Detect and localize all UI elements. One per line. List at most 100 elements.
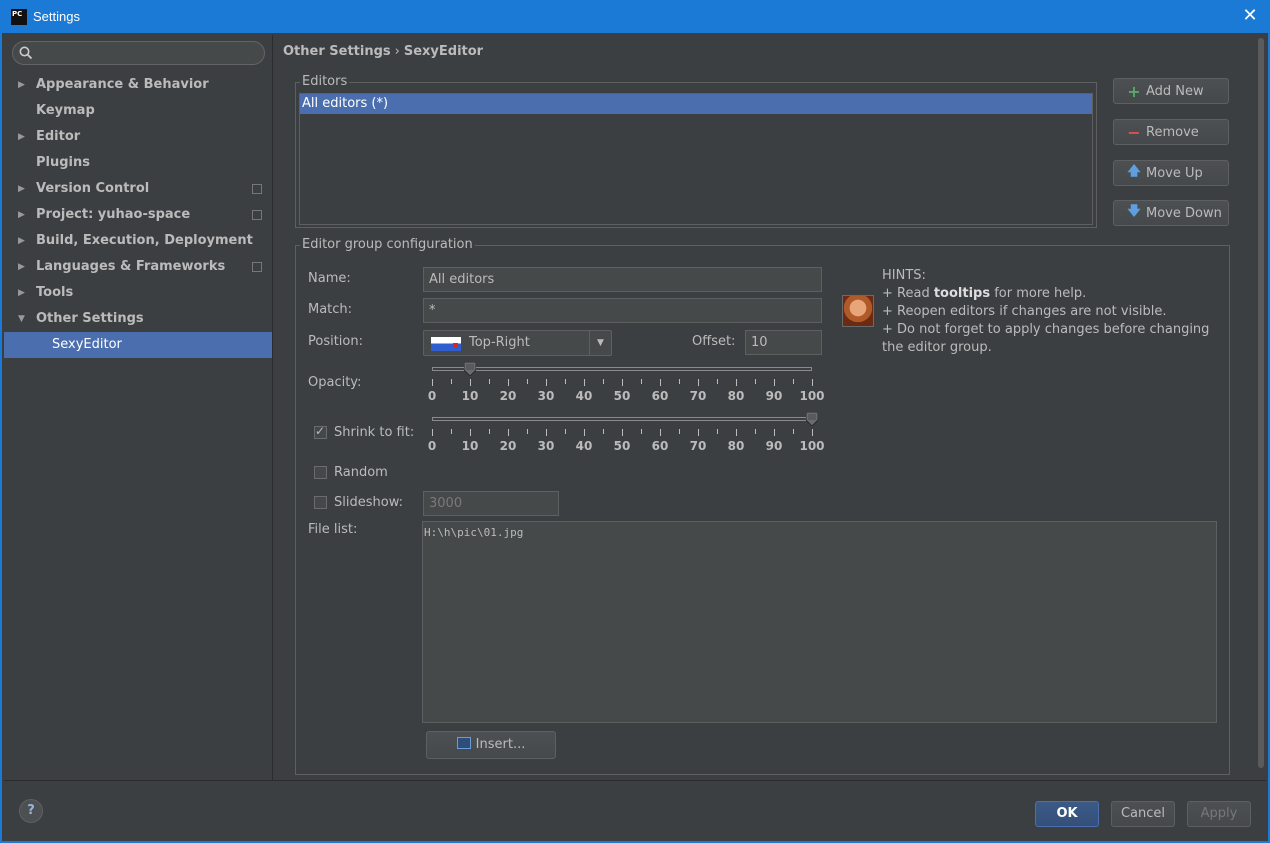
sidebar-item-label: Languages & Frameworks <box>36 259 226 274</box>
chevron-right-icon[interactable]: ▶ <box>18 228 28 254</box>
add-new-button[interactable]: + Add New <box>1113 78 1229 104</box>
cancel-button[interactable]: Cancel <box>1111 801 1175 827</box>
slider-tick <box>679 379 680 384</box>
chevron-down-icon[interactable]: ▼ <box>18 306 28 332</box>
add-new-label: Add New <box>1146 83 1204 99</box>
insert-button[interactable]: Insert... <box>426 731 556 759</box>
slider-tick <box>717 429 718 434</box>
slider-tick <box>546 429 547 436</box>
slider-tick <box>603 379 604 384</box>
sidebar-item-keymap[interactable]: Keymap <box>4 98 272 124</box>
slideshow-checkbox[interactable] <box>314 496 327 509</box>
shrink-slider-thumb[interactable] <box>806 412 818 426</box>
chevron-down-icon[interactable]: ▼ <box>589 331 611 355</box>
list-item[interactable]: All editors (*) <box>300 94 1092 114</box>
slideshow-label: Slideshow: <box>334 495 403 510</box>
breadcrumb: Other Settings › SexyEditor <box>283 44 483 59</box>
plus-icon: + <box>1127 81 1141 101</box>
sidebar-item-label: Keymap <box>36 103 95 118</box>
offset-field[interactable]: 10 <box>745 330 822 355</box>
sidebar-item-project-yuhao-space[interactable]: ▶ Project: yuhao-space <box>4 202 272 228</box>
slider-tick-label: 50 <box>613 439 631 453</box>
slider-tick-label: 70 <box>689 389 707 403</box>
sidebar-item-plugins[interactable]: Plugins <box>4 150 272 176</box>
slider-tick-label: 100 <box>799 439 825 453</box>
editors-list[interactable]: All editors (*) <box>299 93 1093 225</box>
sidebar-item-sexyeditor[interactable]: SexyEditor <box>4 332 272 358</box>
slider-tick <box>679 429 680 434</box>
sidebar-item-other-settings[interactable]: ▼ Other Settings <box>4 306 272 332</box>
shrink-slider-track[interactable] <box>432 417 812 421</box>
position-preview-icon <box>431 337 461 351</box>
slideshow-interval-field[interactable]: 3000 <box>423 491 559 516</box>
sidebar-item-appearance-behavior[interactable]: ▶ Appearance & Behavior <box>4 72 272 98</box>
slider-tick-label: 30 <box>537 389 555 403</box>
sidebar-item-editor[interactable]: ▶ Editor <box>4 124 272 150</box>
slider-tick <box>584 379 585 386</box>
apply-button[interactable]: Apply <box>1187 801 1251 827</box>
sidebar-item-tools[interactable]: ▶ Tools <box>4 280 272 306</box>
slider-tick <box>698 379 699 386</box>
close-icon[interactable]: ✕ <box>1240 6 1260 26</box>
sidebar-item-label: Tools <box>36 285 74 300</box>
slider-tick-label: 80 <box>727 439 745 453</box>
sidebar-item-languages-frameworks[interactable]: ▶ Languages & Frameworks <box>4 254 272 280</box>
hint-line-3: + Do not forget to apply changes before … <box>882 322 1210 355</box>
search-input[interactable] <box>12 41 265 65</box>
opacity-slider-ticks <box>432 379 813 387</box>
chevron-right-icon[interactable]: ▶ <box>18 124 28 150</box>
minus-icon: − <box>1127 122 1141 142</box>
slider-tick <box>717 379 718 384</box>
slider-tick-label: 100 <box>799 389 825 403</box>
config-legend: Editor group configuration <box>300 237 475 253</box>
remove-button[interactable]: − Remove <box>1113 119 1229 145</box>
chevron-right-icon[interactable]: ▶ <box>18 72 28 98</box>
scrollbar-thumb[interactable] <box>1258 38 1264 768</box>
search-icon <box>19 46 33 60</box>
slider-tick <box>565 429 566 434</box>
slider-tick <box>736 429 737 436</box>
file-list-textarea[interactable]: H:\h\pic\01.jpg <box>422 521 1217 723</box>
slider-tick <box>432 379 433 386</box>
slider-tick <box>451 379 452 384</box>
shrink-to-fit-checkbox[interactable] <box>314 424 327 439</box>
sidebar-item-label: Editor <box>36 129 81 144</box>
scrollbar[interactable] <box>1257 38 1265 773</box>
opacity-slider-track[interactable] <box>432 367 812 371</box>
slider-tick <box>432 429 433 436</box>
breadcrumb-parent[interactable]: Other Settings <box>283 44 391 59</box>
move-up-button[interactable]: 🡅 Move Up <box>1113 160 1229 186</box>
name-field[interactable]: All editors <box>423 267 822 292</box>
slider-tick-label: 50 <box>613 389 631 403</box>
insert-image-icon <box>456 737 471 749</box>
opacity-slider-thumb[interactable] <box>464 362 476 376</box>
position-value: Top-Right <box>469 335 530 350</box>
slider-tick-label: 20 <box>499 439 517 453</box>
slider-tick <box>527 379 528 384</box>
hint-line-1: + Read tooltips for more help. <box>882 285 1212 303</box>
sidebar-item-version-control[interactable]: ▶ Version Control <box>4 176 272 202</box>
slider-tick <box>774 429 775 436</box>
chevron-right-icon[interactable]: ▶ <box>18 280 28 306</box>
move-down-button[interactable]: 🡇 Move Down <box>1113 200 1229 226</box>
chevron-right-icon[interactable]: ▶ <box>18 254 28 280</box>
opacity-slider[interactable]: 0 10 20 30 40 50 60 70 80 90 100 <box>428 362 825 407</box>
random-checkbox[interactable] <box>314 466 327 479</box>
slider-tick-label: 90 <box>765 389 783 403</box>
sidebar-item-build-execution-deployment[interactable]: ▶ Build, Execution, Deployment <box>4 228 272 254</box>
breadcrumb-separator: › <box>394 44 400 59</box>
slider-tick <box>812 429 813 436</box>
chevron-right-icon[interactable]: ▶ <box>18 202 28 228</box>
help-button[interactable]: ? <box>19 799 43 823</box>
ok-button[interactable]: OK <box>1035 801 1099 827</box>
arrow-down-icon: 🡇 <box>1127 204 1141 219</box>
position-select[interactable]: Top-Right ▼ <box>423 330 612 356</box>
shrink-slider[interactable]: 0 10 20 30 40 50 60 70 80 90 100 <box>428 412 825 457</box>
slider-tick-label: 10 <box>461 389 479 403</box>
random-label: Random <box>334 465 388 480</box>
chevron-right-icon[interactable]: ▶ <box>18 176 28 202</box>
slider-tick <box>489 379 490 384</box>
settings-sidebar: ▶ Appearance & Behavior Keymap ▶ Editor Plugi… <box>4 35 273 780</box>
slider-tick <box>698 429 699 436</box>
match-field[interactable]: * <box>423 298 822 323</box>
